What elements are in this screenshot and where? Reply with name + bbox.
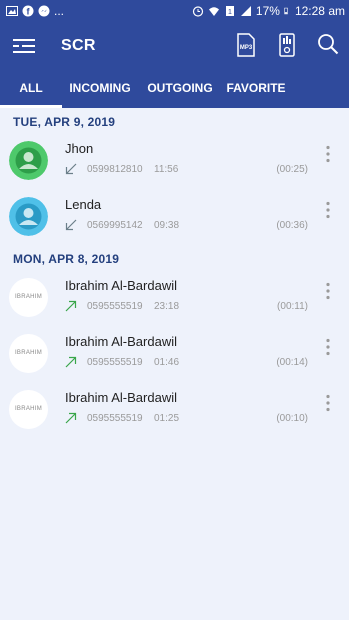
menu-icon[interactable] (13, 38, 35, 54)
person-icon (9, 141, 48, 180)
contact-avatar: IBRAHIM (9, 390, 48, 429)
status-time: 12:28 am (294, 4, 345, 18)
signal-icon (240, 6, 251, 16)
phone-number: 0569995142 (87, 220, 143, 231)
contact-avatar: IBRAHIM (9, 278, 48, 317)
tab-outgoing[interactable]: OUTGOING (143, 68, 217, 108)
contact-name: Lenda (65, 197, 102, 212)
contact-name: Jhon (65, 141, 94, 156)
outgoing-call-icon (65, 356, 77, 368)
call-time: 23:18 (154, 301, 180, 312)
call-row[interactable]: Lenda 0569995142 09:38 (00:36) (0, 190, 349, 246)
app-title: SCR (61, 37, 96, 54)
call-duration: (00:25) (276, 164, 308, 175)
more-options-icon[interactable] (324, 338, 332, 356)
phone-number: 0595555519 (87, 413, 143, 424)
contact-avatar (9, 197, 48, 236)
date-header: MON, APR 8, 2019 (13, 252, 120, 266)
date-header: TUE, APR 9, 2019 (13, 115, 116, 129)
gallery-notification-icon (6, 6, 18, 16)
mp3-file-icon[interactable]: MP3 (236, 33, 256, 57)
tab-favorite[interactable]: FAVORITE (222, 68, 290, 108)
call-duration: (00:14) (276, 357, 308, 368)
alarm-icon (192, 6, 204, 17)
battery-percentage: 17% (255, 4, 280, 18)
wifi-icon (208, 7, 219, 16)
more-options-icon[interactable] (324, 282, 332, 300)
call-row[interactable]: IBRAHIM Ibrahim Al-Bardawil 0595555519 0… (0, 327, 349, 383)
more-options-icon[interactable] (324, 394, 332, 412)
call-time: 11:56 (154, 164, 179, 175)
contact-name: Ibrahim Al-Bardawil (65, 278, 177, 293)
search-icon[interactable] (317, 33, 339, 55)
battery-icon (284, 7, 288, 15)
call-time: 09:38 (154, 220, 180, 231)
call-time: 01:25 (154, 413, 180, 424)
tab-all[interactable]: ALL (0, 68, 62, 108)
more-notifications-text: ... (54, 4, 65, 18)
contact-name: Ibrahim Al-Bardawil (65, 334, 177, 349)
facebook-notification-icon: f (22, 5, 34, 17)
sim-icon: 1 (225, 6, 234, 16)
svg-text:1: 1 (228, 9, 232, 16)
more-options-icon[interactable] (324, 201, 332, 219)
svg-text:MP3: MP3 (240, 45, 253, 51)
phone-number: 0595555519 (87, 301, 143, 312)
app-bar: SCR MP3 (0, 24, 349, 68)
outgoing-call-icon (65, 412, 77, 424)
status-bar-left: f ... (6, 4, 64, 18)
phone-number: 0595555519 (87, 357, 143, 368)
tab-incoming[interactable]: INCOMING (62, 68, 138, 108)
status-bar: f ... 1 17% 12:28 am (0, 0, 349, 24)
tab-bar: ALL INCOMING OUTGOING FAVORITE (0, 68, 349, 108)
sd-card-recording-icon[interactable] (279, 33, 295, 57)
outgoing-call-icon (65, 300, 77, 312)
more-options-icon[interactable] (324, 145, 332, 163)
contact-avatar (9, 141, 48, 180)
call-duration: (00:11) (277, 301, 308, 312)
call-duration: (00:36) (276, 220, 308, 231)
call-row[interactable]: IBRAHIM Ibrahim Al-Bardawil 0595555519 0… (0, 383, 349, 439)
contact-name: Ibrahim Al-Bardawil (65, 390, 177, 405)
incoming-call-icon (65, 163, 77, 175)
incoming-call-icon (65, 219, 77, 231)
status-bar-right: 1 17% 12:28 am (192, 4, 345, 18)
phone-number: 0599812810 (87, 164, 143, 175)
call-time: 01:46 (154, 357, 180, 368)
call-row[interactable]: IBRAHIM Ibrahim Al-Bardawil 0595555519 2… (0, 271, 349, 327)
call-row[interactable]: Jhon 0599812810 11:56 (00:25) (0, 134, 349, 190)
call-duration: (00:10) (276, 413, 308, 424)
person-icon (9, 197, 48, 236)
messenger-notification-icon (38, 5, 50, 17)
contact-avatar: IBRAHIM (9, 334, 48, 373)
